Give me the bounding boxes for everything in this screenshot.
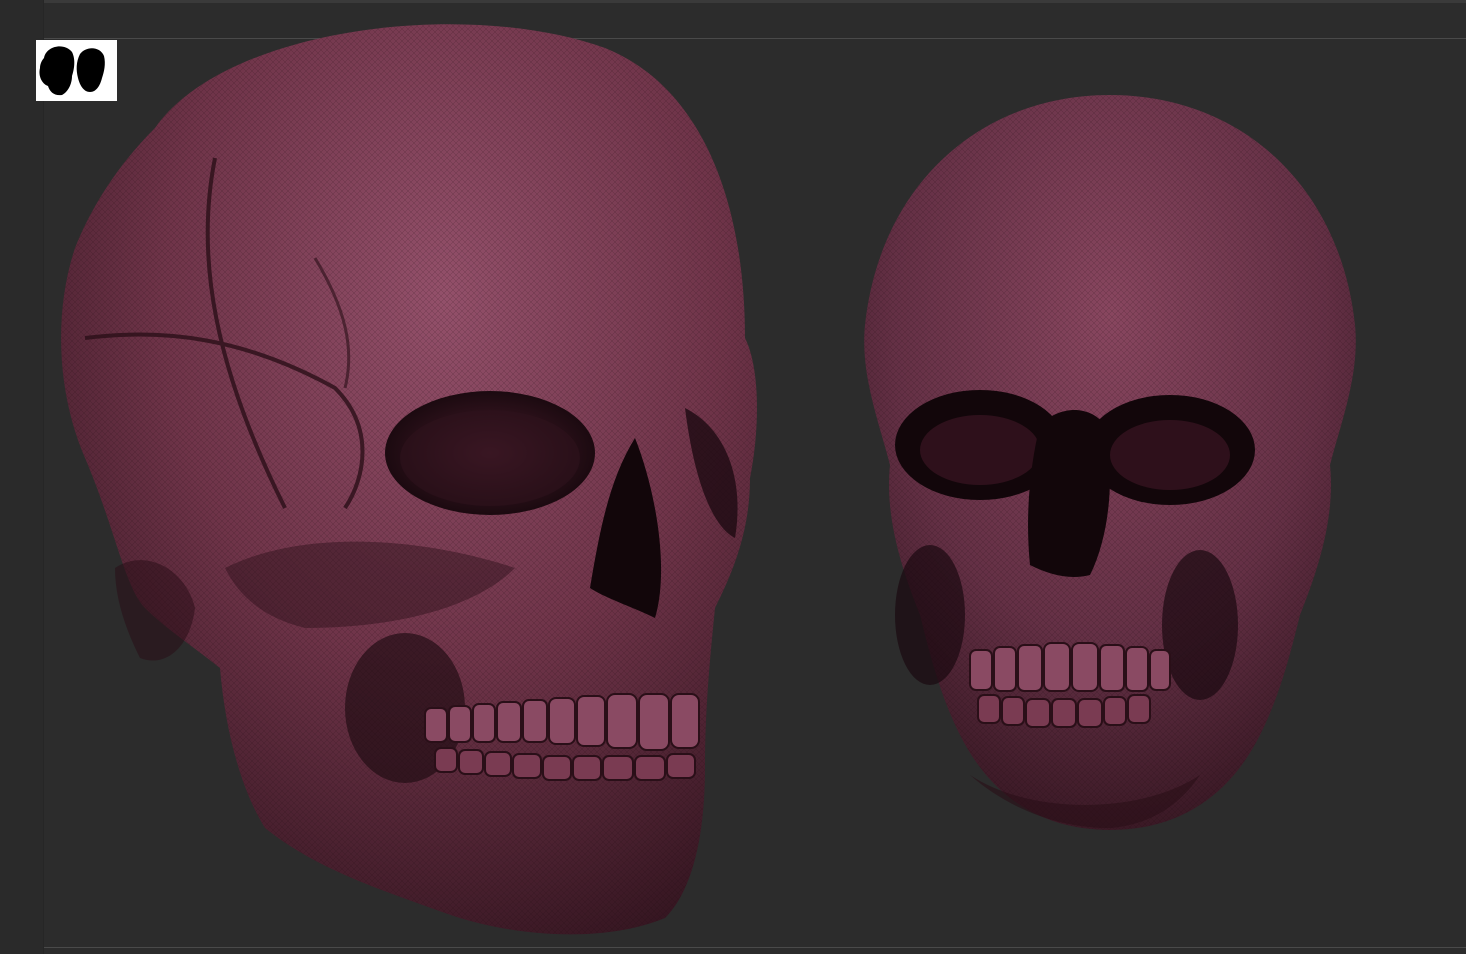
skull-model-three-quarter[interactable] — [45, 8, 765, 948]
skull-model-front[interactable] — [860, 95, 1360, 835]
two-skulls-silhouette-icon — [39, 46, 105, 96]
navigator-thumbnail[interactable] — [36, 40, 117, 101]
zbrush-canvas-app — [0, 0, 1466, 954]
left-tray — [0, 0, 44, 954]
